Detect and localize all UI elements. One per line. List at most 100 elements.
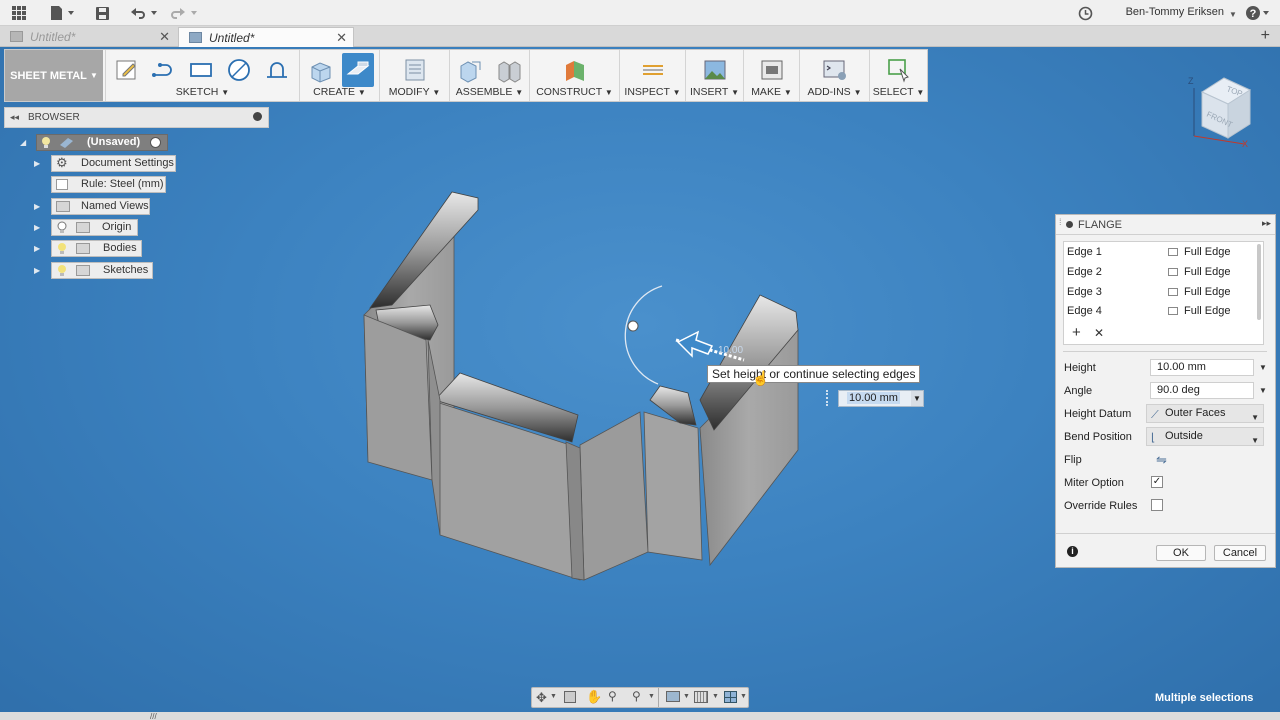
insert-menu[interactable]: INSERT ▼ xyxy=(686,86,743,98)
new-component-icon[interactable] xyxy=(456,56,486,84)
angle-field[interactable]: 90.0 deg xyxy=(1150,382,1254,399)
chevron-down-icon[interactable]: ▼ xyxy=(683,693,690,700)
height-input-box[interactable]: 10.00 mm ▼ xyxy=(838,390,924,407)
height-datum-select[interactable]: ⟋ Outer Faces ▼ xyxy=(1146,404,1264,423)
expand-arrow-icon[interactable]: ◢ xyxy=(20,138,26,147)
document-tab-active[interactable]: Untitled* ✕ xyxy=(178,27,354,47)
collapse-left-icon[interactable]: ◂◂ xyxy=(10,112,19,123)
edge-type[interactable]: Full Edge xyxy=(1184,246,1230,258)
create-base-feature-icon[interactable] xyxy=(306,56,336,84)
chevron-down-icon[interactable]: ▼ xyxy=(911,391,923,406)
line-icon[interactable] xyxy=(148,56,178,84)
flange-icon[interactable] xyxy=(342,53,374,87)
miter-option-checkbox[interactable]: ✓ xyxy=(1151,476,1163,488)
browser-item-bodies[interactable]: Bodies xyxy=(51,240,142,257)
offset-plane-icon[interactable] xyxy=(560,56,590,84)
bend-position-select[interactable]: ⌊ Outside ▼ xyxy=(1146,427,1264,446)
edge-row[interactable]: Edge 1 Full Edge xyxy=(1064,243,1259,262)
construct-menu[interactable]: CONSTRUCT ▼ xyxy=(530,86,619,98)
viewcube[interactable]: TOP FRONT Z X xyxy=(1180,64,1260,154)
scripts-icon[interactable] xyxy=(820,56,850,84)
sketch-dimension-icon[interactable] xyxy=(262,56,292,84)
browser-item-origin[interactable]: Origin xyxy=(51,219,138,236)
modify-icon[interactable] xyxy=(400,56,430,84)
rectangle-icon[interactable] xyxy=(186,56,216,84)
edge-row[interactable]: Edge 4 Full Edge xyxy=(1064,302,1259,321)
front-right-wall[interactable] xyxy=(643,411,703,561)
chevron-down-icon[interactable]: ▼ xyxy=(712,693,719,700)
create-menu[interactable]: CREATE ▼ xyxy=(300,86,379,98)
chevron-down-icon[interactable]: ▼ xyxy=(740,693,747,700)
look-at-icon[interactable] xyxy=(564,691,576,703)
dialog-header[interactable]: ⁞ FLANGE ▸▸ xyxy=(1056,215,1275,235)
edge-row[interactable]: Edge 2 Full Edge xyxy=(1064,263,1259,282)
browser-item-sketches[interactable]: Sketches xyxy=(51,262,153,279)
activate-radio-icon[interactable] xyxy=(150,137,161,148)
drag-handle-icon[interactable]: ⁞ xyxy=(1059,217,1062,227)
file-menu-icon[interactable] xyxy=(48,4,76,22)
height-drag-arrow-icon[interactable] xyxy=(676,330,714,358)
insert-image-icon[interactable] xyxy=(700,56,730,84)
expand-right-icon[interactable]: ▸▸ xyxy=(1262,218,1271,229)
measure-icon[interactable] xyxy=(638,56,668,84)
undo-icon[interactable] xyxy=(128,4,162,22)
grid-settings-icon[interactable] xyxy=(694,691,708,703)
lightbulb-icon[interactable] xyxy=(41,136,51,154)
edge-type[interactable]: Full Edge xyxy=(1184,266,1230,278)
edge-type[interactable]: Full Edge xyxy=(1184,305,1230,317)
document-tab-inactive[interactable]: Untitled* ✕ xyxy=(0,27,176,47)
app-grid-icon[interactable] xyxy=(10,4,28,22)
expand-arrow-icon[interactable]: ▶ xyxy=(34,266,40,275)
viewports-icon[interactable] xyxy=(724,691,737,703)
display-settings-icon[interactable] xyxy=(666,691,680,702)
browser-root-node[interactable]: (Unsaved) xyxy=(36,134,168,151)
assemble-menu[interactable]: ASSEMBLE ▼ xyxy=(450,86,529,98)
sketch-menu[interactable]: SKETCH ▼ xyxy=(106,86,299,98)
drag-grip[interactable] xyxy=(826,390,830,406)
lightbulb-icon[interactable] xyxy=(57,242,67,260)
circle-icon[interactable] xyxy=(224,56,254,84)
help-icon[interactable]: ? xyxy=(1244,4,1272,22)
add-edge-plus-icon[interactable]: + xyxy=(1072,325,1081,340)
flip-icon[interactable]: ⇋ xyxy=(1156,452,1167,468)
list-scrollbar[interactable] xyxy=(1257,244,1261,320)
workspace-switcher[interactable]: SHEET METAL ▼ xyxy=(5,50,103,101)
inspect-menu[interactable]: INSPECT ▼ xyxy=(620,86,685,98)
center-wall[interactable] xyxy=(579,411,649,581)
info-icon[interactable]: i xyxy=(1067,546,1078,557)
ok-button[interactable]: OK xyxy=(1156,545,1206,561)
select-icon[interactable] xyxy=(884,56,914,84)
job-status-icon[interactable] xyxy=(1076,4,1094,22)
user-name[interactable]: Ben-Tommy Eriksen xyxy=(1126,6,1224,18)
chevron-down-icon[interactable]: ▼ xyxy=(1259,386,1267,395)
select-menu[interactable]: SELECT ▼ xyxy=(870,86,927,98)
height-field[interactable]: 10.00 mm xyxy=(1150,359,1254,376)
modify-menu[interactable]: MODIFY ▼ xyxy=(380,86,449,98)
add-ins-menu[interactable]: ADD-INS ▼ xyxy=(800,86,869,98)
redo-icon[interactable] xyxy=(168,4,202,22)
pan-hand-icon[interactable]: ✋ xyxy=(586,689,602,705)
browser-item-rule[interactable]: Rule: Steel (mm) xyxy=(51,176,166,193)
close-icon[interactable]: ✕ xyxy=(336,28,347,48)
chevron-down-icon[interactable]: ▼ xyxy=(1259,363,1267,372)
3d-print-icon[interactable] xyxy=(757,56,787,84)
new-tab-plus-icon[interactable]: + xyxy=(1261,27,1270,45)
expand-arrow-icon[interactable]: ▶ xyxy=(34,244,40,253)
user-caret-icon[interactable]: ▼ xyxy=(1228,5,1238,23)
collapse-dot-icon[interactable] xyxy=(1066,221,1073,228)
browser-header[interactable]: ◂◂ BROWSER xyxy=(4,107,269,128)
edge-row[interactable]: Edge 3 Full Edge xyxy=(1064,283,1259,302)
zoom-window-icon[interactable]: ⚲ xyxy=(632,689,641,703)
remove-edge-x-icon[interactable]: ✕ xyxy=(1094,327,1104,339)
save-icon[interactable] xyxy=(93,4,111,22)
make-menu[interactable]: MAKE ▼ xyxy=(744,86,799,98)
expand-arrow-icon[interactable]: ▶ xyxy=(34,202,40,211)
browser-item-document-settings[interactable]: ⚙ Document Settings xyxy=(51,155,176,172)
height-input-value[interactable]: 10.00 mm xyxy=(847,392,900,404)
close-icon[interactable]: ✕ xyxy=(159,27,170,47)
chevron-down-icon[interactable]: ▼ xyxy=(550,693,557,700)
create-sketch-icon[interactable] xyxy=(112,56,142,84)
timeline-marker-icon[interactable]: /// xyxy=(150,712,157,720)
chevron-down-icon[interactable]: ▼ xyxy=(648,693,655,700)
left-side-wall[interactable] xyxy=(363,314,433,481)
